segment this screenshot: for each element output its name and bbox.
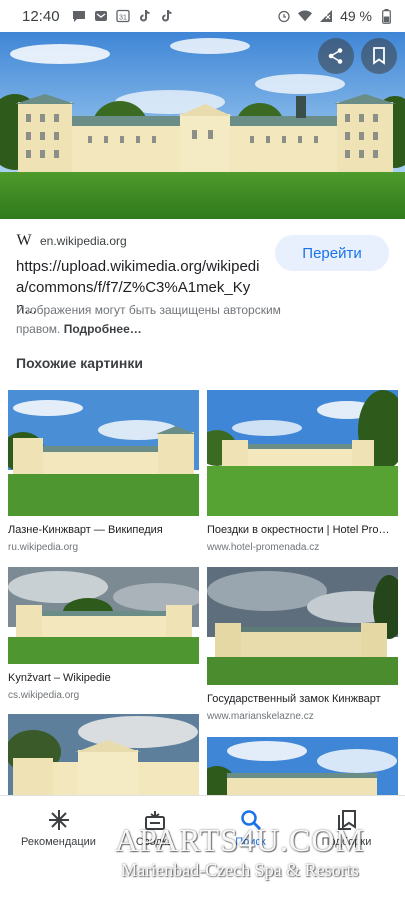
similar-image-card[interactable]: Kynžvart – Wikipedie cs.wikipedia.org — [8, 567, 199, 701]
calendar-icon: 31 — [115, 9, 130, 23]
battery-icon — [379, 8, 393, 24]
similar-image-card[interactable]: Поездки в окрестности | Hotel Promenada … — [207, 390, 398, 553]
bookmark-icon — [372, 47, 386, 65]
similar-image-title: Государственный замок Кинжварт — [207, 693, 381, 705]
bottom-navigation: Рекомендации Сводка Поиск Подборки — [0, 795, 405, 900]
similar-image-domain: www.hotel-promenada.cz — [207, 542, 320, 553]
nav-label: Сводка — [135, 836, 174, 848]
mail-icon — [94, 9, 108, 23]
share-icon — [327, 47, 345, 65]
battery-percent: 49 % — [340, 8, 372, 24]
nav-updates[interactable]: Сводка — [104, 796, 205, 856]
search-icon — [239, 808, 263, 832]
save-button[interactable] — [361, 38, 397, 74]
similar-image-title: Kynžvart – Wikipedie — [8, 672, 111, 684]
chat-bubble-icon — [72, 9, 86, 23]
asterisk-icon — [47, 808, 71, 832]
nav-label: Поиск — [235, 836, 266, 848]
similar-image-thumbnail — [8, 567, 199, 664]
signal-icon — [319, 9, 333, 23]
copyright-text: Изображения могут быть защищены авторски… — [16, 303, 281, 336]
nav-label: Рекомендации — [21, 836, 96, 848]
status-bar: 12:40 31 49 % — [0, 0, 405, 32]
similar-image-domain: www.marianskelazne.cz — [207, 711, 314, 722]
similar-image-card[interactable]: Лазне-Кинжварт — Википедия ru.wikipedia.… — [8, 390, 199, 553]
nav-collections[interactable]: Подборки — [296, 796, 397, 856]
copyright-notice: Изображения могут быть защищены авторски… — [16, 301, 296, 339]
nav-label: Подборки — [321, 836, 372, 848]
similar-image-card[interactable]: Государственный замок Кинжварт www.maria… — [207, 567, 398, 722]
share-button[interactable] — [318, 38, 354, 74]
inbox-icon — [143, 808, 167, 832]
hero-image[interactable] — [0, 32, 405, 219]
wifi-icon — [298, 9, 313, 23]
tiktok-icon — [160, 9, 174, 23]
calendar-day: 31 — [119, 15, 127, 22]
similar-image-domain: ru.wikipedia.org — [8, 542, 79, 553]
wikipedia-logo: W — [16, 232, 32, 249]
goto-button[interactable]: Перейти — [275, 235, 389, 271]
status-time: 12:40 — [22, 7, 60, 25]
learn-more-link[interactable]: Подробнее… — [64, 322, 142, 336]
similar-image-thumbnail — [8, 390, 199, 516]
similar-image-card[interactable] — [207, 737, 398, 796]
tiktok-icon — [138, 9, 152, 23]
alarm-icon — [277, 9, 291, 23]
similar-image-thumbnail — [207, 737, 398, 796]
nav-recommendations[interactable]: Рекомендации — [8, 796, 109, 856]
similar-image-title: Поездки в окрестности | Hotel Promenada — [207, 524, 398, 536]
nav-search[interactable]: Поиск — [200, 796, 301, 856]
similar-image-title: Лазне-Кинжварт — Википедия — [8, 524, 163, 536]
source-domain: en.wikipedia.org — [40, 234, 127, 248]
similar-images-title: Похожие картинки — [16, 355, 143, 371]
collections-icon — [335, 808, 359, 832]
similar-image-thumbnail — [207, 567, 398, 685]
similar-image-thumbnail — [8, 714, 199, 796]
similar-image-thumbnail — [207, 390, 398, 516]
similar-image-domain: cs.wikipedia.org — [8, 690, 80, 701]
image-url-line-1: https://upload.wikimedia.org/wikipedi — [16, 258, 260, 275]
similar-image-card[interactable] — [8, 714, 199, 796]
source-row[interactable]: W en.wikipedia.org — [16, 232, 127, 250]
